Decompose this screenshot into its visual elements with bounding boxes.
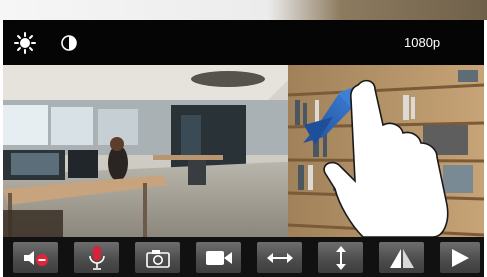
sun-icon[interactable] (14, 32, 36, 54)
triangle-mirror-icon (389, 247, 415, 269)
play-icon (449, 247, 471, 269)
microphone-icon (87, 245, 107, 271)
speaker-mute-button[interactable] (13, 242, 58, 273)
camera-viewer: 1080p (0, 0, 487, 277)
play-button[interactable] (440, 242, 480, 273)
vertical-arrows-icon (334, 245, 348, 271)
mirror-button[interactable] (379, 242, 424, 273)
half-circle-icon[interactable] (61, 35, 77, 51)
speaker-mute-icon (22, 248, 50, 268)
resolution-label[interactable]: 1080p (404, 35, 440, 51)
video-feed[interactable] (3, 65, 484, 237)
horizontal-arrows-icon (266, 251, 294, 265)
top-strip (0, 0, 487, 20)
bottom-toolbar (3, 237, 484, 277)
flip-horizontal-button[interactable] (257, 242, 302, 273)
microphone-button[interactable] (74, 242, 119, 273)
video-camera-icon (205, 249, 233, 267)
camera-icon (145, 248, 171, 268)
record-button[interactable] (196, 242, 241, 273)
flip-vertical-button[interactable] (318, 242, 363, 273)
snapshot-button[interactable] (135, 242, 180, 273)
office-scene-image (3, 65, 484, 237)
